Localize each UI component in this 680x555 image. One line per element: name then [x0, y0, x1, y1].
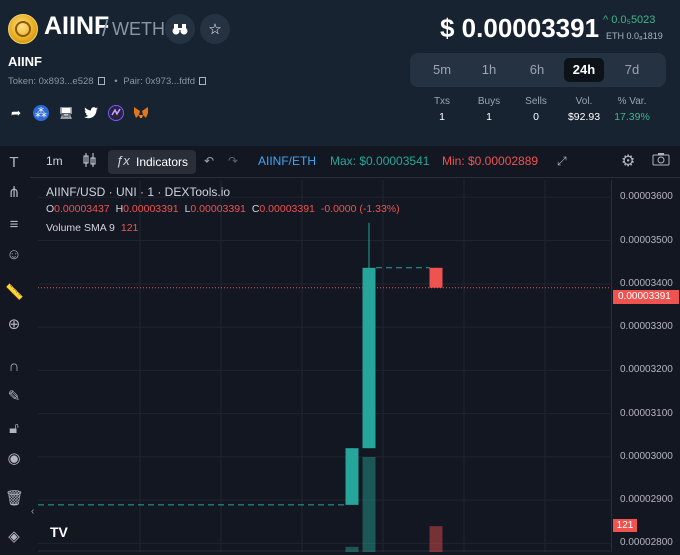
token-name: AIINF [44, 12, 110, 40]
chart-toolbar: 1m ƒx Indicators ↶ ↷ AIINF/ETH Max: $0.0… [30, 146, 680, 178]
share-icon[interactable]: ➦ [8, 105, 24, 121]
stat-value-txs: 1 [439, 111, 445, 123]
timeframe-1h[interactable]: 1h [469, 58, 509, 82]
chart-ohlc-legend: O0.00003437 H0.00003391 L0.00003391 C0.0… [46, 203, 400, 215]
camera-icon[interactable] [652, 152, 670, 169]
current-price-tag: 0.00003391 [613, 290, 679, 304]
metamask-icon[interactable] [133, 105, 149, 121]
price-axis-label: 0.00002800 [620, 537, 673, 549]
emoji-tool-icon[interactable]: ☺ [5, 246, 23, 264]
twitter-icon[interactable] [83, 105, 99, 121]
price-axis-label: 0.00003000 [620, 450, 673, 462]
candle-body [362, 267, 376, 449]
function-icon: ƒx [116, 153, 130, 168]
social-links: ➦ ⁂ 🖥 [8, 105, 149, 121]
timeframe-5m[interactable]: 5m [422, 58, 462, 82]
ruler-tool-icon[interactable]: 📏 [5, 284, 24, 302]
stat-header-buys: Buys [477, 96, 501, 107]
eth-price: ETH 0.0₈1819 [606, 31, 663, 41]
pair-separator: / [102, 16, 109, 41]
pattern-tool-icon[interactable]: ⋔ [5, 184, 23, 202]
caret-up-icon: ^ [603, 14, 612, 26]
fib-tool-icon[interactable]: ≡ [5, 216, 23, 234]
stat-header-vol: Vol. [575, 96, 593, 107]
lock-icon[interactable]: 🔓︎ [5, 420, 23, 438]
stat-value-buys: 1 [486, 111, 492, 123]
close-value: 0.00003391 [259, 203, 315, 215]
interval-selector[interactable]: 1m [46, 154, 63, 168]
token-address: Token: 0x893...e528 [8, 76, 94, 87]
stat-value-sells: 0 [533, 111, 539, 123]
volume-legend: Volume SMA 9 121 [46, 222, 139, 234]
volume-value: 121 [120, 222, 139, 234]
token-header: AIINF / WETH ☆ AIINF Token: 0x893...e528… [0, 0, 680, 146]
dextools-icon[interactable] [108, 105, 124, 121]
candle-body [345, 448, 359, 505]
layers-icon[interactable]: ◈ [5, 528, 23, 546]
timeframe-selector: 5m 1h 6h 24h 7d [410, 53, 666, 87]
stat-header-var: % Var. [617, 96, 647, 107]
price-chart[interactable] [38, 180, 610, 552]
price-axis-label: 0.00003300 [620, 321, 673, 333]
copy-icon[interactable] [97, 77, 105, 85]
price-axis-label: 0.00003400 [620, 277, 673, 289]
undo-icon[interactable]: ↶ [204, 154, 214, 168]
token-subtitle: AIINF [8, 54, 42, 69]
min-price-label: Min: $0.00002889 [442, 154, 539, 168]
pair-address: Pair: 0x973...fdfd [123, 76, 196, 87]
stat-value-var: 17.39% [614, 111, 650, 123]
max-price-label: Max: $0.00003541 [330, 154, 430, 168]
copy-icon[interactable] [199, 77, 207, 85]
candle-body [429, 267, 443, 288]
website-icon[interactable]: 🖥 [58, 105, 74, 121]
eye-icon[interactable]: ◉ [5, 450, 23, 468]
indicators-label: Indicators [136, 155, 189, 169]
indicators-button[interactable]: ƒx Indicators [108, 150, 196, 174]
zoom-in-icon[interactable]: ⊕ [5, 316, 23, 334]
volume-bar [429, 526, 443, 552]
volume-bar [345, 546, 359, 552]
symbol-label[interactable]: AIINF/ETH [258, 154, 316, 168]
chart-marks [38, 222, 610, 552]
price-axis-label: 0.00003100 [620, 407, 673, 419]
magnet-icon[interactable]: ∩ [5, 358, 23, 376]
candle-change: -0.0000 (-1.33%) [320, 203, 400, 215]
price-axis-label: 0.00003600 [620, 191, 673, 203]
low-value: 0.00003391 [190, 203, 246, 215]
high-value: 0.00003391 [123, 203, 179, 215]
timeframe-6h[interactable]: 6h [517, 58, 557, 82]
price-axis-label: 0.00003200 [620, 364, 673, 376]
binoculars-icon[interactable] [165, 14, 195, 44]
candle-type-icon[interactable] [83, 152, 97, 171]
pencil-lock-icon[interactable]: ✎ [5, 388, 23, 406]
price-axis-label: 0.00002900 [620, 494, 673, 506]
fullscreen-icon[interactable]: ⤢ [557, 154, 567, 169]
open-value: 0.00003437 [54, 203, 110, 215]
timeframe-7d[interactable]: 7d [612, 58, 652, 82]
volume-tag: 121 [613, 519, 637, 532]
drawing-toolbar: T ⋔ ≡ ☺ 📏 ⊕ ∩ ✎ 🔓︎ ◉ 🗑︎ ◈ [0, 146, 30, 555]
token-logo-icon [8, 14, 38, 44]
stat-header-sells: Sells [525, 96, 547, 107]
trash-icon[interactable]: 🗑︎ [5, 490, 24, 508]
chart-link-icon[interactable]: ⁂ [33, 105, 49, 121]
volume-bar [362, 457, 376, 552]
token-price: $ 0.00003391 [440, 13, 600, 43]
token-address-line: Token: 0x893...e528 • Pair: 0x973...fdfd [8, 76, 210, 87]
tradingview-logo: TV [50, 524, 68, 540]
stat-header-txs: Txs [433, 96, 451, 107]
settings-gear-icon[interactable]: ⚙ [621, 151, 635, 171]
redo-icon[interactable]: ↷ [228, 154, 238, 168]
chart-grid [38, 180, 610, 552]
stat-value-vol: $92.93 [567, 111, 601, 123]
price-axis-label: 0.00003500 [620, 234, 673, 246]
collapse-arrow-icon[interactable]: ‹ [31, 506, 34, 517]
pair-quote: WETH [112, 19, 165, 39]
chart-legend-title: AIINF/USD · UNI · 1 · DEXTools.io [46, 185, 231, 199]
star-icon[interactable]: ☆ [200, 14, 230, 44]
price-axis[interactable]: 0.00003600 0.00003500 0.00003400 0.00003300… [611, 180, 680, 552]
timeframe-24h[interactable]: 24h [564, 58, 604, 82]
price-change: ^ 0.0₅5023 [603, 14, 656, 26]
text-tool-icon[interactable]: T [5, 154, 23, 172]
